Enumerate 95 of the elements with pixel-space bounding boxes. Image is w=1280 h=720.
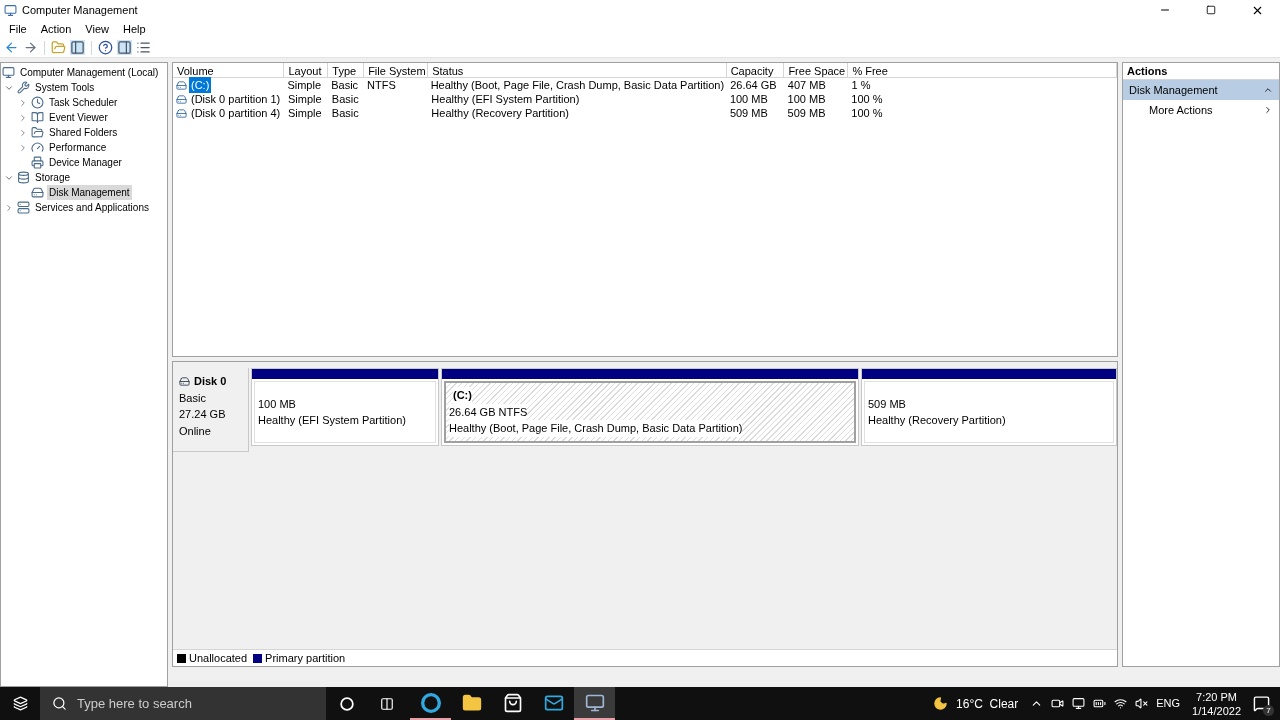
actions-section-header[interactable]: Disk Management xyxy=(1123,80,1279,100)
table-cell-text: 509 MB xyxy=(787,105,826,121)
table-cell-text: Basic xyxy=(331,91,359,107)
forward-arrow-icon[interactable] xyxy=(23,40,38,55)
tree-item[interactable]: Device Manager xyxy=(47,155,124,170)
table-cell-text: 26.64 GB xyxy=(730,77,777,93)
search-icon xyxy=(52,696,67,711)
tree-node-icon xyxy=(31,186,44,199)
table-cell-text: 509 MB xyxy=(729,105,768,121)
notifications-icon[interactable] xyxy=(1253,695,1270,712)
computer-icon xyxy=(584,692,605,713)
panel-icon[interactable] xyxy=(70,40,85,55)
table-cell-text: Healthy (EFI System Partition) xyxy=(431,91,580,107)
tree-node-icon xyxy=(31,141,44,154)
folder-icon xyxy=(461,692,482,713)
display-icon[interactable] xyxy=(1072,697,1086,710)
table-cell-text: Simple xyxy=(288,105,322,121)
app-icon xyxy=(4,3,17,17)
tree-node-icon xyxy=(31,156,44,169)
collapse-icon xyxy=(1263,85,1273,95)
table-cell-text: 1 % xyxy=(851,77,871,93)
menu-item[interactable]: File xyxy=(3,20,33,38)
menu-item[interactable]: Help xyxy=(116,20,152,38)
tree-item[interactable]: System Tools xyxy=(33,80,97,95)
table-cell-text: Basic xyxy=(331,105,359,121)
clock[interactable]: 7:20 PM 1/14/2022 xyxy=(1188,689,1245,718)
tree-item[interactable]: Disk Management xyxy=(47,185,132,200)
battery-icon[interactable] xyxy=(1093,697,1107,710)
disk-status: Online xyxy=(179,423,212,439)
partition-block[interactable]: 100 MB Healthy (EFI System Partition) xyxy=(251,368,439,446)
maximize-icon xyxy=(1206,5,1216,15)
muted-speaker-icon[interactable] xyxy=(1135,697,1149,710)
table-cell-text: Simple xyxy=(287,77,321,93)
tree-node-icon xyxy=(31,111,44,124)
help-icon[interactable] xyxy=(98,40,113,55)
notification-count: 7 xyxy=(1263,705,1274,716)
table-cell-text: Healthy (Boot, Page File, Crash Dump, Basic Data Partition) xyxy=(430,77,725,93)
tree-item[interactable]: Storage xyxy=(33,170,73,185)
tree-item[interactable]: Task Scheduler xyxy=(47,95,120,110)
partition-block[interactable]: (C:) 26.64 GB NTFS Healthy (Boot, Page File, Crash Dump, Basic Data Partition) xyxy=(441,368,859,446)
table-cell-text: Basic xyxy=(331,77,359,93)
partition-label: (C:) xyxy=(453,387,472,404)
column-header[interactable]: Status xyxy=(428,63,727,77)
disk-type: Basic xyxy=(179,390,207,406)
column-header[interactable]: % Free xyxy=(848,63,1117,77)
table-cell-text: NTFS xyxy=(367,77,396,93)
table-cell-text: 100 % xyxy=(851,105,883,121)
table-cell-text: Simple xyxy=(288,91,322,107)
tree-item[interactable]: Services and Applications xyxy=(33,200,151,215)
tree-item[interactable]: Shared Folders xyxy=(47,125,120,140)
tree-node-icon xyxy=(17,81,30,94)
disk-size: 27.24 GB xyxy=(179,407,227,422)
tree-node-icon xyxy=(31,96,44,109)
column-header[interactable]: Capacity xyxy=(726,63,785,77)
tree-node-icon xyxy=(17,201,30,214)
partition-size: 26.64 GB NTFS xyxy=(449,403,528,421)
task-view-icon[interactable] xyxy=(380,696,394,711)
list-icon[interactable] xyxy=(136,40,151,55)
moon-icon xyxy=(933,696,949,711)
tree-node-icon xyxy=(31,126,44,139)
shopping-bag-icon xyxy=(502,692,523,713)
wifi-icon[interactable] xyxy=(1114,697,1128,710)
menu-item[interactable]: View xyxy=(79,20,115,38)
column-header[interactable]: File System xyxy=(364,63,429,77)
column-header[interactable]: Type xyxy=(328,63,365,77)
table-cell-text: 100 MB xyxy=(729,91,768,107)
window-title: Computer Management xyxy=(22,2,138,18)
column-header[interactable]: Free Space xyxy=(784,63,849,77)
tree-item[interactable]: Computer Management (Local) xyxy=(18,65,161,80)
panel-icon[interactable] xyxy=(117,40,132,55)
drive-icon xyxy=(176,93,187,105)
table-cell-text: 100 % xyxy=(851,91,883,107)
legend-label: Primary partition xyxy=(265,650,346,666)
drive-icon xyxy=(176,107,187,119)
column-header[interactable]: Layout xyxy=(284,63,329,77)
legend-label: Unallocated xyxy=(189,650,248,666)
drive-icon xyxy=(176,79,187,91)
tree-node-icon xyxy=(2,66,15,79)
table-cell-text: 100 MB xyxy=(787,91,826,107)
partition-status: Healthy (Boot, Page File, Crash Dump, Basic Data Partition) xyxy=(449,420,743,437)
drive-label[interactable]: (C:) xyxy=(189,76,212,94)
weather-text[interactable]: 16°C Clear xyxy=(956,694,1019,713)
cortana-icon[interactable] xyxy=(340,696,354,711)
language-indicator[interactable]: ENG xyxy=(1156,695,1181,712)
tree-item[interactable]: Performance xyxy=(47,140,109,155)
partition-block[interactable]: 509 MB Healthy (Recovery Partition) xyxy=(861,368,1117,446)
disk-name: Disk 0 xyxy=(194,374,227,389)
tree-item[interactable]: Event Viewer xyxy=(47,110,110,125)
table-cell-text: 407 MB xyxy=(787,77,826,93)
camera-icon[interactable] xyxy=(1051,697,1065,710)
tree-node-icon xyxy=(17,171,30,184)
action-item[interactable]: More Actions xyxy=(1123,100,1279,120)
taskbar-search-field[interactable]: Type here to search xyxy=(40,687,326,720)
table-cell-text: Healthy (Recovery Partition) xyxy=(431,105,569,121)
menu-item[interactable]: Action xyxy=(34,20,78,38)
